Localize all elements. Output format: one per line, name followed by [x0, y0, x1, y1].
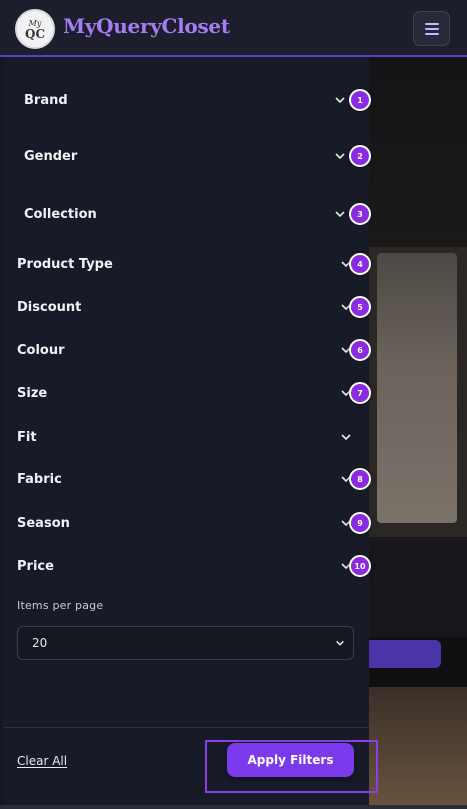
chevron-down-icon	[336, 640, 344, 646]
items-per-page-select[interactable]: 20	[17, 626, 354, 660]
filter-label: Colour	[17, 342, 65, 358]
chevron-down-icon	[341, 434, 351, 441]
product-image	[377, 253, 457, 523]
brand-title[interactable]: MyQueryCloset	[63, 14, 230, 38]
filter-label: Fabric	[17, 471, 62, 487]
apply-filters-button[interactable]: Apply Filters	[227, 743, 354, 777]
filter-product-type[interactable]: Product Type 4	[3, 245, 371, 283]
product-card-image	[369, 687, 467, 809]
clear-all-link[interactable]: Clear All	[17, 754, 67, 768]
chevron-down-icon	[335, 153, 345, 160]
bottom-edge	[0, 805, 467, 809]
filter-brand[interactable]: Brand 1	[3, 81, 371, 119]
items-per-page-value: 20	[32, 636, 48, 650]
filter-badge: 1	[349, 89, 371, 111]
filter-colour[interactable]: Colour 6	[3, 331, 371, 369]
filter-fit[interactable]: Fit	[3, 418, 369, 456]
chevron-down-icon	[335, 211, 345, 218]
filter-label: Size	[17, 385, 48, 401]
page-backdrop	[369, 57, 467, 809]
filter-discount[interactable]: Discount 5	[3, 288, 371, 326]
filter-badge: 7	[349, 382, 371, 404]
filter-gender[interactable]: Gender 2	[3, 137, 371, 175]
filter-label: Fit	[17, 429, 37, 445]
filter-collection[interactable]: Collection 3	[3, 195, 371, 233]
filter-badge: 9	[349, 512, 371, 534]
backdrop-region	[369, 537, 467, 637]
filter-label: Gender	[24, 148, 78, 164]
filter-size[interactable]: Size 7	[3, 374, 371, 412]
backdrop-button	[369, 640, 441, 668]
filter-fabric[interactable]: Fabric 8	[3, 460, 371, 498]
product-card-image	[369, 247, 467, 537]
filter-badge: 6	[349, 339, 371, 361]
filter-label: Collection	[24, 206, 97, 222]
app-header: My QC MyQueryCloset	[0, 0, 467, 57]
backdrop-region	[369, 57, 467, 247]
filter-badge: 2	[349, 145, 371, 167]
filter-panel: Brand 1 Gender 2 Collection 3 Product Ty…	[3, 57, 371, 805]
brand-logo[interactable]: My QC	[15, 9, 55, 49]
filter-label: Product Type	[17, 256, 113, 272]
filter-badge: 5	[349, 296, 371, 318]
filter-label: Season	[17, 515, 70, 531]
filter-label: Price	[17, 558, 54, 574]
filter-label: Brand	[24, 92, 68, 108]
filter-badge: 4	[349, 253, 371, 275]
filter-season[interactable]: Season 9	[3, 504, 371, 542]
filter-badge: 3	[349, 203, 371, 225]
hamburger-icon	[424, 22, 439, 35]
filter-label: Discount	[17, 299, 82, 315]
filter-price[interactable]: Price 10	[3, 547, 371, 585]
filter-badge: 8	[349, 468, 371, 490]
items-per-page-label: Items per page	[17, 599, 104, 612]
chevron-down-icon	[335, 97, 345, 104]
menu-button[interactable]	[413, 11, 450, 46]
logo-text-bottom: QC	[24, 26, 45, 41]
filter-badge: 10	[349, 555, 371, 577]
